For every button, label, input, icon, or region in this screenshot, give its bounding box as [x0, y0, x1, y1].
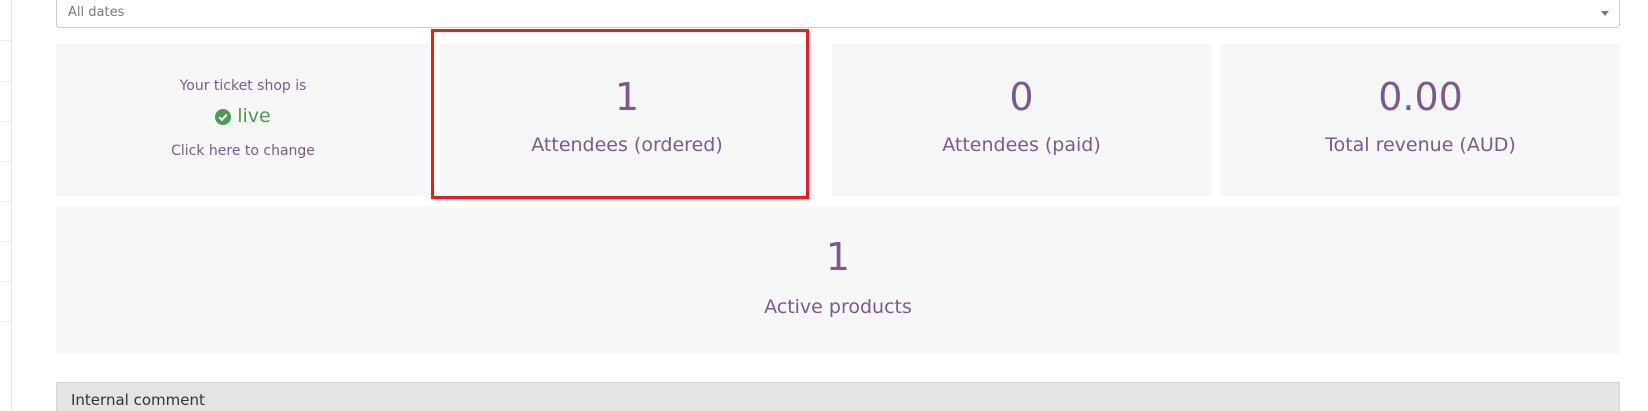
attendees-paid-value: 0	[1009, 75, 1034, 119]
attendees-paid-card: 0 Attendees (paid)	[832, 44, 1211, 196]
rail-divider	[0, 201, 11, 202]
active-products-value: 1	[825, 235, 851, 279]
total-revenue-card: 0.00 Total revenue (AUD)	[1221, 44, 1620, 196]
total-revenue-label: Total revenue (AUD)	[1325, 134, 1516, 156]
rail-divider	[0, 161, 11, 162]
attendees-ordered-label: Attendees (ordered)	[531, 134, 723, 156]
chevron-down-icon	[1601, 11, 1609, 16]
internal-comment-panel: Internal comment	[56, 382, 1620, 411]
rail-divider	[0, 121, 11, 122]
rail-divider	[0, 81, 11, 82]
active-products-card: 1 Active products	[56, 206, 1620, 354]
rail-divider	[0, 241, 11, 242]
shop-live-status: live	[56, 107, 430, 126]
change-shop-status-link[interactable]: Click here to change	[56, 144, 430, 158]
shop-status-card[interactable]: Your ticket shop is live Click here to c…	[56, 44, 430, 196]
attendees-ordered-value: 1	[614, 75, 640, 119]
rail-divider	[0, 40, 11, 41]
dashboard-overview: All dates Your ticket shop is live Click…	[0, 0, 1648, 411]
attendees-ordered-card: 1 Attendees (ordered)	[440, 44, 814, 196]
total-revenue-value: 0.00	[1378, 75, 1463, 119]
date-filter-select[interactable]: All dates	[56, 0, 1620, 28]
shop-status-value: live	[237, 105, 271, 127]
rail-divider	[0, 281, 11, 282]
active-products-label: Active products	[764, 296, 912, 318]
left-rail	[0, 0, 12, 411]
internal-comment-title: Internal comment	[71, 391, 205, 409]
shop-status-intro: Your ticket shop is	[179, 78, 307, 94]
check-circle-icon	[215, 108, 232, 125]
date-filter-value: All dates	[68, 5, 125, 20]
rail-divider	[0, 321, 11, 322]
attendees-paid-label: Attendees (paid)	[942, 134, 1101, 156]
